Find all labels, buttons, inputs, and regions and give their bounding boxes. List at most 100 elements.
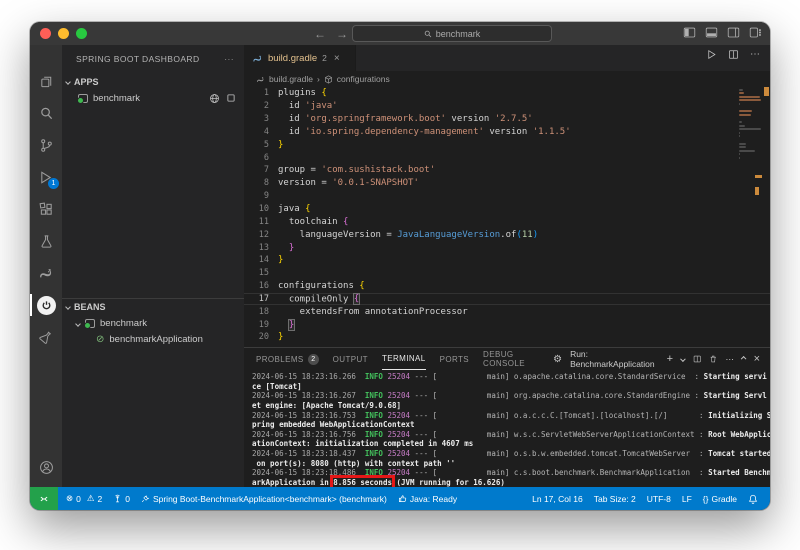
bottom-panel: PROBLEMS 2 OUTPUT TERMINAL PORTS DEBUG C… (244, 347, 770, 491)
code-line[interactable]: 17 compileOnly { (244, 292, 770, 306)
code-line[interactable]: 16 configurations { (244, 280, 770, 293)
remote-indicator[interactable] (30, 487, 58, 510)
breadcrumb-file[interactable]: build.gradle (269, 74, 313, 84)
java-projects-icon[interactable] (30, 323, 62, 351)
thumbs-up-icon (398, 495, 406, 502)
java-status[interactable]: Java: Ready (398, 494, 457, 504)
code-line[interactable]: 13 } (244, 241, 770, 254)
code-line[interactable]: 15 (244, 267, 770, 280)
history-back-icon[interactable]: ← (314, 27, 326, 41)
testing-icon[interactable] (30, 227, 62, 255)
eol-sequence[interactable]: LF (682, 494, 692, 504)
run-debug-icon[interactable]: 1 (30, 163, 62, 191)
source-control-icon[interactable] (30, 131, 62, 159)
minimize-window-button[interactable] (58, 28, 69, 39)
tab-close-icon[interactable]: × (334, 53, 340, 64)
tab-terminal[interactable]: TERMINAL (381, 348, 426, 370)
terminal-process-gear-icon: ⚙ (553, 353, 563, 365)
customize-layout-icon[interactable] (749, 26, 762, 39)
zoom-window-button[interactable] (76, 28, 87, 39)
bean-parent-benchmark[interactable]: benchmark (62, 315, 244, 332)
cursor-position[interactable]: Ln 17, Col 16 (532, 494, 583, 504)
breadcrumb-symbol[interactable]: configurations (337, 74, 390, 84)
debug-plug-icon (141, 495, 150, 503)
search-icon (424, 30, 432, 37)
tab-debug-console[interactable]: DEBUG CONSOLE (483, 348, 539, 370)
kill-terminal-trash-icon[interactable] (709, 354, 717, 364)
tab-output[interactable]: OUTPUT (333, 348, 368, 370)
toggle-sidebar-icon[interactable] (683, 26, 696, 39)
code-line[interactable]: 1 plugins { (244, 87, 770, 100)
minimap[interactable] (737, 87, 763, 237)
code-line[interactable]: 5} (244, 138, 770, 151)
maximize-panel-icon[interactable] (741, 356, 747, 362)
run-play-icon[interactable] (706, 49, 717, 60)
bean-item-benchmark-application[interactable]: ⊘ benchmarkApplication (62, 331, 244, 348)
gradle-file-icon (253, 55, 262, 62)
open-in-browser-globe-icon[interactable] (209, 93, 220, 104)
terminal-line: on port(s): 8080 (http) with context pat… (252, 458, 456, 468)
beans-section-header[interactable]: BEANS (62, 298, 244, 315)
code-line[interactable]: 11 toolchain { (244, 215, 770, 228)
app-item-label: benchmark (93, 93, 140, 104)
code-line[interactable]: 9 (244, 190, 770, 203)
indentation[interactable]: Tab Size: 2 (594, 494, 636, 504)
terminal-session-label[interactable]: Run: BenchmarkApplication (570, 349, 659, 369)
code-line[interactable]: 4 id 'io.spring.dependency-management' v… (244, 126, 770, 139)
terminal-line: 2024-06-15 18:23:18.437 INFO 25204 --- [… (252, 449, 770, 459)
gradle-icon[interactable] (30, 259, 62, 287)
ports-status[interactable]: 0 (113, 494, 130, 504)
account-icon[interactable] (30, 453, 62, 481)
split-editor-icon[interactable] (728, 49, 739, 60)
tab-problems[interactable]: PROBLEMS 2 (256, 348, 319, 370)
code-lines: 1 plugins {2 id 'java' 3 id 'org.springfra… (244, 87, 770, 344)
notifications-bell-icon[interactable] (748, 494, 758, 504)
title-bar: ← → benchmark (30, 22, 770, 45)
spring-bean-icon: ⊘ (96, 334, 105, 345)
close-window-button[interactable] (40, 28, 51, 39)
debug-badge: 1 (48, 178, 59, 189)
toggle-secondary-sidebar-icon[interactable] (727, 26, 740, 39)
tab-build-gradle[interactable]: build.gradle 2 × (244, 45, 356, 71)
code-line[interactable]: 6 (244, 151, 770, 164)
new-terminal-icon[interactable]: + (667, 353, 673, 365)
spring-boot-dashboard-icon[interactable] (30, 291, 62, 319)
problems-status[interactable]: ⊗ 0 ⚠ 2 (66, 493, 102, 504)
code-line[interactable]: 12 languageVersion = JavaLanguageVersion… (244, 228, 770, 241)
encoding[interactable]: UTF-8 (647, 494, 671, 504)
split-terminal-icon[interactable] (693, 354, 701, 364)
search-icon[interactable] (30, 99, 62, 127)
apps-section-header[interactable]: APPS (62, 73, 244, 90)
panel-more-icon[interactable]: ⋯ (726, 354, 735, 365)
close-panel-icon[interactable]: × (754, 353, 760, 365)
more-actions-icon[interactable]: ⋯ (750, 49, 760, 60)
stop-app-icon[interactable] (226, 93, 236, 103)
toggle-panel-icon[interactable] (705, 26, 718, 39)
explorer-icon[interactable] (30, 67, 62, 95)
terminal-dropdown-icon[interactable] (680, 356, 686, 362)
sidebar-more-actions[interactable]: ··· (224, 54, 234, 64)
code-line[interactable]: 7 group = 'com.sushistack.boot' (244, 164, 770, 177)
terminal-line: 2024-06-15 18:23:16.753 INFO 25204 --- [… (252, 410, 770, 420)
terminal-output[interactable]: 2024-06-15 18:23:16.266 INFO 25204 --- [… (244, 372, 770, 491)
code-line[interactable]: 10 java { (244, 203, 770, 216)
code-line[interactable]: 8 version = '0.0.1-SNAPSHOT' (244, 177, 770, 190)
code-line[interactable]: 18 extendsFrom annotationProcessor (244, 305, 770, 318)
command-search-input[interactable]: benchmark (352, 25, 552, 42)
language-mode[interactable]: {} Gradle (703, 494, 737, 504)
app-item-benchmark[interactable]: benchmark (62, 90, 244, 107)
code-line[interactable]: 2 id 'java' (244, 100, 770, 113)
code-editor[interactable]: 1 plugins {2 id 'java' 3 id 'org.springfra… (244, 87, 770, 347)
breadcrumb[interactable]: build.gradle › configurations (244, 71, 770, 87)
vscode-window: ← → benchmark 1 SPRING BOOT DASHBOARD ··… (30, 22, 770, 510)
remote-icon (40, 496, 48, 501)
extensions-icon[interactable] (30, 195, 62, 223)
terminal-line: pring embedded WebApplicationContext (252, 420, 415, 430)
code-line[interactable]: 20} (244, 331, 770, 344)
debug-session-status[interactable]: Spring Boot-BenchmarkApplication<benchma… (141, 494, 387, 504)
code-line[interactable]: 14} (244, 254, 770, 267)
code-line[interactable]: 3 id 'org.springframework.boot' version … (244, 113, 770, 126)
tab-ports[interactable]: PORTS (440, 348, 469, 370)
history-forward-icon[interactable]: → (336, 27, 348, 41)
code-line[interactable]: 19 } (244, 318, 770, 331)
